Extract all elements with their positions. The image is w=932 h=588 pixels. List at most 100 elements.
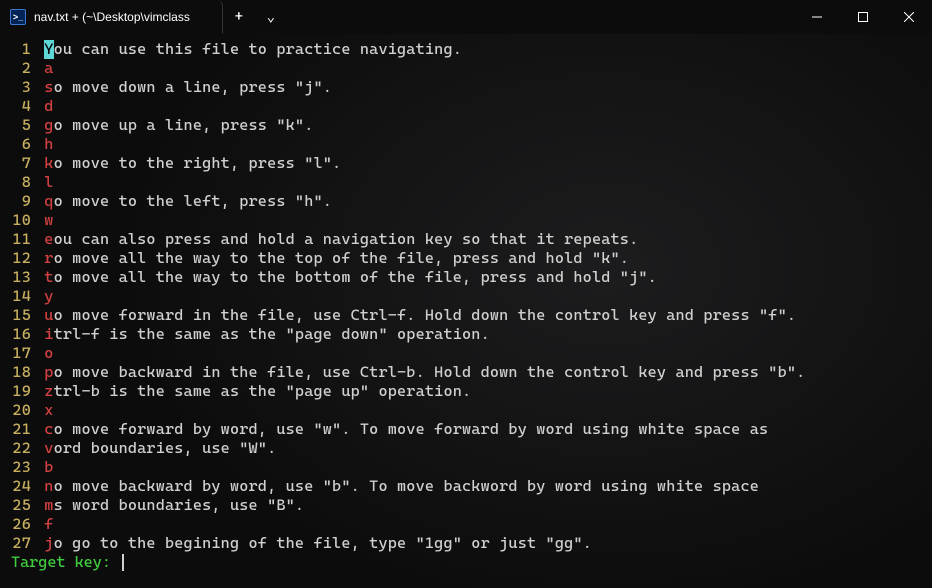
line-number: 16	[0, 325, 35, 344]
prompt-cursor	[122, 554, 124, 571]
cursor: Y	[44, 40, 53, 59]
tab-area: >_ nav.txt + (~\Desktop\vimclass + ⌄	[0, 0, 287, 34]
editor-line: 13 to move all the way to the bottom of …	[0, 268, 932, 287]
line-number: 13	[0, 268, 35, 287]
titlebar: >_ nav.txt + (~\Desktop\vimclass + ⌄	[0, 0, 932, 34]
first-char: j	[44, 534, 53, 553]
editor-line: 25 ms word boundaries, use "B".	[0, 496, 932, 515]
first-char: i	[44, 325, 53, 344]
editor-line: 11 eou can also press and hold a navigat…	[0, 230, 932, 249]
first-char: z	[44, 382, 53, 401]
line-number: 1	[0, 40, 35, 59]
line-text: o move all the way to the bottom of the …	[54, 268, 657, 287]
first-char: o	[44, 344, 53, 363]
line-number: 23	[0, 458, 35, 477]
first-char: p	[44, 363, 53, 382]
line-number: 11	[0, 230, 35, 249]
line-text: ou can also press and hold a navigation …	[54, 230, 639, 249]
editor-line: 8 l	[0, 173, 932, 192]
line-number: 27	[0, 534, 35, 553]
editor-viewport[interactable]: 1 You can use this file to practice navi…	[0, 34, 932, 553]
editor-line: 27 jo go to the begining of the file, ty…	[0, 534, 932, 553]
line-text: o move all the way to the top of the fil…	[54, 249, 630, 268]
line-number: 6	[0, 135, 35, 154]
line-text: o move forward by word, use "w". To move…	[54, 420, 769, 439]
line-text: ord boundaries, use "W".	[54, 439, 277, 458]
close-tab-button[interactable]	[198, 9, 214, 25]
editor-line: 17 o	[0, 344, 932, 363]
line-number: 20	[0, 401, 35, 420]
first-char: a	[44, 59, 53, 78]
first-char: g	[44, 116, 53, 135]
maximize-button[interactable]	[840, 0, 886, 34]
editor-line: 18 po move backward in the file, use Ctr…	[0, 363, 932, 382]
line-text: o move backward in the file, use Ctrl-b.…	[54, 363, 806, 382]
first-char: e	[44, 230, 53, 249]
editor-line: 10 w	[0, 211, 932, 230]
line-text: o move backward by word, use "b". To mov…	[54, 477, 759, 496]
line-number: 9	[0, 192, 35, 211]
line-number: 24	[0, 477, 35, 496]
first-char: m	[44, 496, 53, 515]
first-char: h	[44, 135, 53, 154]
first-char: t	[44, 268, 53, 287]
line-number: 19	[0, 382, 35, 401]
editor-line: 2 a	[0, 59, 932, 78]
line-number: 14	[0, 287, 35, 306]
prompt-line: Target key:	[0, 553, 932, 571]
first-char: s	[44, 78, 53, 97]
editor-line: 4 d	[0, 97, 932, 116]
first-char: l	[44, 173, 53, 192]
editor-line: 3 so move down a line, press "j".	[0, 78, 932, 97]
line-number: 21	[0, 420, 35, 439]
new-tab-button[interactable]: +	[223, 0, 255, 34]
line-text: o move to the left, press "h".	[54, 192, 332, 211]
editor-line: 21 co move forward by word, use "w". To …	[0, 420, 932, 439]
minimize-button[interactable]	[794, 0, 840, 34]
line-text: s word boundaries, use "B".	[54, 496, 305, 515]
first-char: x	[44, 401, 53, 420]
line-text: o move forward in the file, use Ctrl-f. …	[54, 306, 797, 325]
first-char: u	[44, 306, 53, 325]
editor-line: 15 uo move forward in the file, use Ctrl…	[0, 306, 932, 325]
line-number: 3	[0, 78, 35, 97]
first-char: y	[44, 287, 53, 306]
line-text: ou can use this file to practice navigat…	[54, 40, 462, 59]
editor-line: 16 itrl-f is the same as the "page down"…	[0, 325, 932, 344]
line-number: 4	[0, 97, 35, 116]
line-number: 7	[0, 154, 35, 173]
editor-line: 9 qo move to the left, press "h".	[0, 192, 932, 211]
editor-line: 24 no move backward by word, use "b". To…	[0, 477, 932, 496]
powershell-icon: >_	[10, 9, 26, 25]
first-char: v	[44, 439, 53, 458]
tab-title: nav.txt + (~\Desktop\vimclass	[34, 10, 190, 24]
tab-dropdown-button[interactable]: ⌄	[255, 0, 287, 34]
prompt-label: Target key:	[11, 553, 120, 571]
line-number: 5	[0, 116, 35, 135]
line-number: 8	[0, 173, 35, 192]
close-window-button[interactable]	[886, 0, 932, 34]
line-number: 18	[0, 363, 35, 382]
first-char: c	[44, 420, 53, 439]
line-text: o go to the begining of the file, type "…	[54, 534, 592, 553]
line-number: 17	[0, 344, 35, 363]
line-text: trl-b is the same as the "page up" opera…	[54, 382, 472, 401]
first-char: n	[44, 477, 53, 496]
line-number: 26	[0, 515, 35, 534]
line-text: o move to the right, press "l".	[54, 154, 342, 173]
line-text: o move up a line, press "k".	[54, 116, 314, 135]
line-number: 15	[0, 306, 35, 325]
editor-line: 22 vord boundaries, use "W".	[0, 439, 932, 458]
editor-line: 5 go move up a line, press "k".	[0, 116, 932, 135]
editor-line: 6 h	[0, 135, 932, 154]
first-char: b	[44, 458, 53, 477]
editor-line: 26 f	[0, 515, 932, 534]
line-text: trl-f is the same as the "page down" ope…	[54, 325, 490, 344]
first-char: r	[44, 249, 53, 268]
editor-line: 12 ro move all the way to the top of the…	[0, 249, 932, 268]
line-number: 10	[0, 211, 35, 230]
line-number: 25	[0, 496, 35, 515]
tab-active[interactable]: >_ nav.txt + (~\Desktop\vimclass	[0, 0, 223, 34]
editor-line: 14 y	[0, 287, 932, 306]
editor-line: 20 x	[0, 401, 932, 420]
